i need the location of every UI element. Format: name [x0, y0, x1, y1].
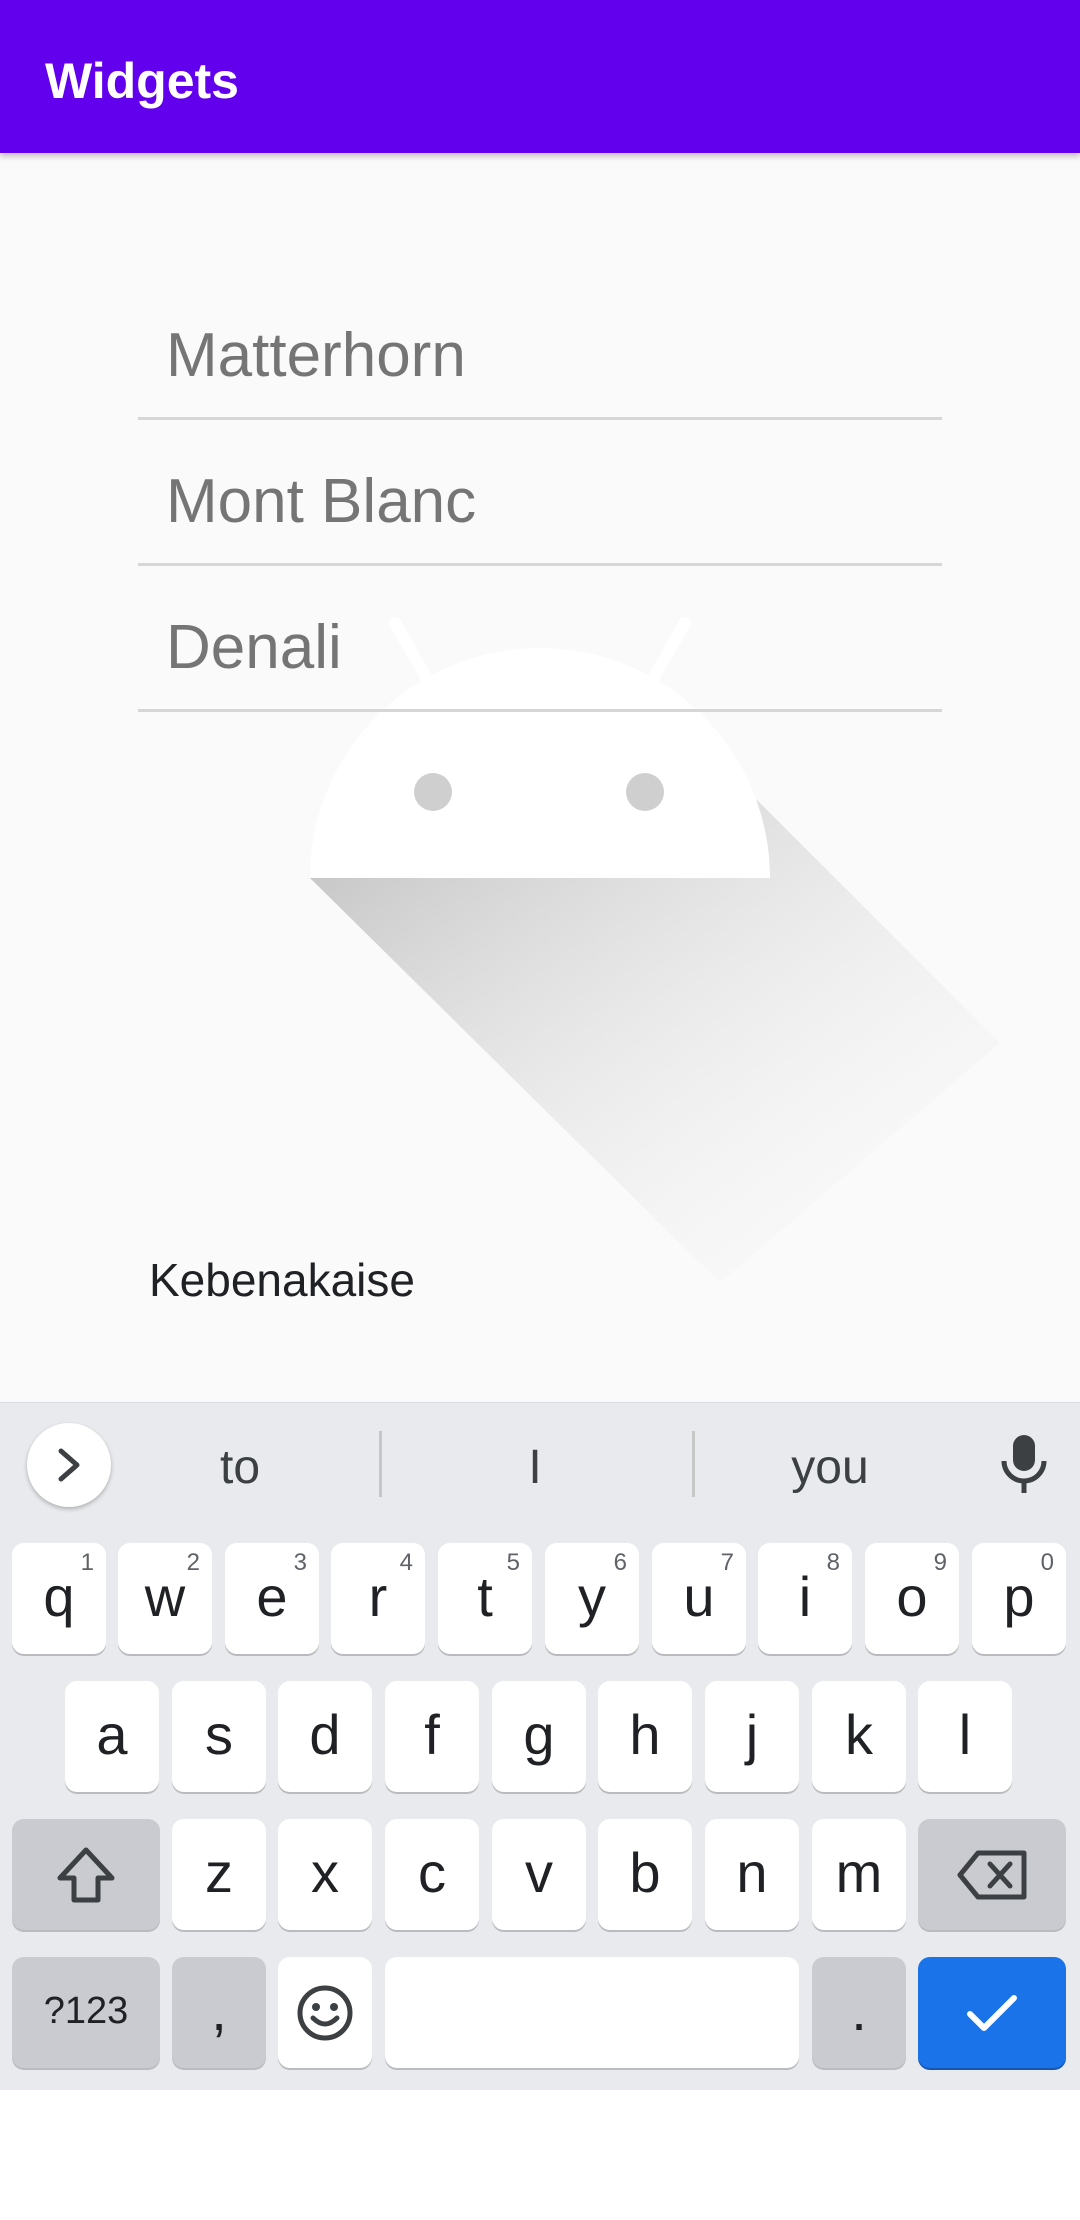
suggestion-divider: [379, 1431, 382, 1497]
backspace-icon: [957, 1850, 1027, 1899]
denali-input[interactable]: [166, 607, 926, 687]
key-y[interactable]: y6: [545, 1543, 639, 1654]
microphone-icon[interactable]: [996, 1433, 1052, 1495]
key-q[interactable]: q1: [12, 1543, 106, 1654]
suggestion-2[interactable]: I: [460, 1433, 610, 1503]
key-o[interactable]: o9: [865, 1543, 959, 1654]
key-label: w: [144, 1565, 186, 1628]
key-i[interactable]: i8: [758, 1543, 852, 1654]
key-j[interactable]: j: [705, 1681, 799, 1792]
mountain-field-2[interactable]: [138, 423, 942, 566]
key-w[interactable]: w2: [118, 1543, 212, 1654]
backspace-key[interactable]: [918, 1819, 1066, 1930]
key-b[interactable]: b: [598, 1819, 692, 1930]
checkmark-icon: [967, 1994, 1017, 2031]
key-n[interactable]: n: [705, 1819, 799, 1930]
key-label: t: [477, 1565, 493, 1628]
key-label: q: [43, 1565, 75, 1628]
spacebar-key[interactable]: [385, 1957, 799, 2068]
symbols-key[interactable]: ?123: [12, 1957, 160, 2068]
key-m[interactable]: m: [812, 1819, 906, 1930]
key-label: i: [798, 1565, 812, 1628]
kebenakaise-label: Kebenakaise: [149, 1254, 415, 1306]
key-e[interactable]: e3: [225, 1543, 319, 1654]
key-number-hint: 9: [933, 1549, 947, 1576]
key-number-hint: 1: [80, 1549, 94, 1576]
suggestion-divider: [692, 1431, 695, 1497]
matterhorn-input[interactable]: [166, 315, 926, 395]
key-label: o: [896, 1565, 928, 1628]
key-x[interactable]: x: [278, 1819, 372, 1930]
key-d[interactable]: d: [278, 1681, 372, 1792]
chevron-right-icon: [58, 1448, 80, 1482]
mountain-field-3[interactable]: [138, 569, 942, 712]
app-bar: Widgets: [0, 0, 1080, 153]
suggestion-1[interactable]: to: [160, 1433, 320, 1503]
key-number-hint: 4: [399, 1549, 413, 1576]
key-l[interactable]: l: [918, 1681, 1012, 1792]
key-f[interactable]: f: [385, 1681, 479, 1792]
key-g[interactable]: g: [492, 1681, 586, 1792]
key-s[interactable]: s: [172, 1681, 266, 1792]
key-t[interactable]: t5: [438, 1543, 532, 1654]
suggestion-3[interactable]: you: [760, 1433, 900, 1503]
key-number-hint: 2: [186, 1549, 200, 1576]
period-key[interactable]: .: [812, 1957, 906, 2068]
enter-key[interactable]: [918, 1957, 1066, 2068]
suggestion-bar: to I you: [0, 1403, 1080, 1531]
key-z[interactable]: z: [172, 1819, 266, 1930]
key-number-hint: 6: [613, 1549, 627, 1576]
key-number-hint: 5: [506, 1549, 520, 1576]
mont-blanc-input[interactable]: [166, 461, 926, 541]
shift-key[interactable]: [12, 1819, 160, 1930]
key-number-hint: 0: [1040, 1549, 1054, 1576]
key-u[interactable]: u7: [652, 1543, 746, 1654]
emoji-key[interactable]: [278, 1957, 372, 2068]
key-label: p: [1003, 1565, 1035, 1628]
emoji-icon: [297, 1985, 353, 2040]
key-number-hint: 8: [826, 1549, 840, 1576]
key-v[interactable]: v: [492, 1819, 586, 1930]
key-number-hint: 3: [293, 1549, 307, 1576]
expand-toolbar-button[interactable]: [27, 1423, 111, 1507]
key-c[interactable]: c: [385, 1819, 479, 1930]
key-p[interactable]: p0: [972, 1543, 1066, 1654]
key-h[interactable]: h: [598, 1681, 692, 1792]
key-label: u: [683, 1565, 715, 1628]
key-k[interactable]: k: [812, 1681, 906, 1792]
shift-icon: [57, 1847, 115, 1902]
key-r[interactable]: r4: [331, 1543, 425, 1654]
main-content: Kebenakaise: [0, 153, 1080, 1403]
key-label: e: [256, 1565, 288, 1628]
mountain-field-1[interactable]: [138, 277, 942, 420]
key-label: y: [578, 1565, 606, 1628]
app-title: Widgets: [45, 53, 239, 109]
key-number-hint: 7: [720, 1549, 734, 1576]
key-label: r: [368, 1565, 388, 1628]
navigation-bar: [0, 2090, 1080, 2220]
soft-keyboard: to I you q1 w2 e3 r4 t5 y6 u7 i8 o9 p0 a…: [0, 1402, 1080, 2091]
comma-key[interactable]: ,: [172, 1957, 266, 2068]
key-a[interactable]: a: [65, 1681, 159, 1792]
